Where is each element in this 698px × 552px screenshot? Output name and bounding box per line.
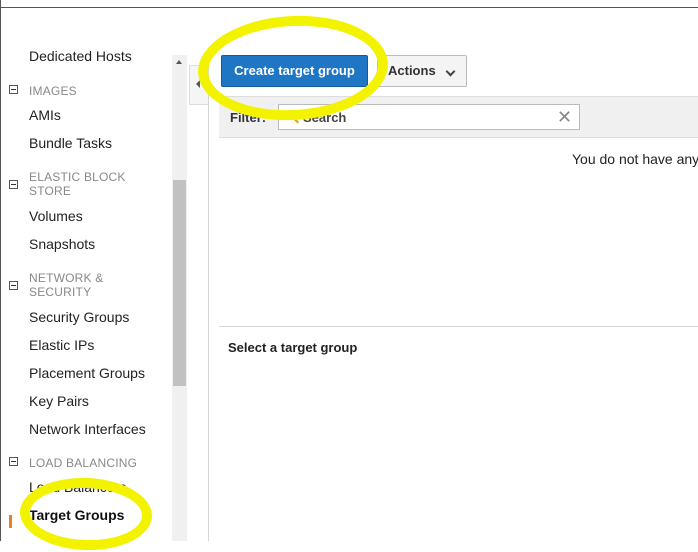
sidebar-item-amis[interactable]: AMIs [29, 107, 61, 123]
section-label: ELASTIC BLOCK STORE [29, 170, 126, 198]
detail-panel-title: Select a target group [228, 340, 358, 355]
filter-bar: Filter: ✕ [219, 96, 698, 138]
search-box[interactable]: ✕ [278, 104, 580, 130]
collapse-section-icon[interactable] [9, 457, 18, 466]
panel-divider[interactable] [219, 326, 698, 327]
sidebar-item-key-pairs[interactable]: Key Pairs [29, 393, 89, 409]
clear-search-icon[interactable]: ✕ [557, 107, 572, 127]
sidebar-item-load-balancers[interactable]: Load Balancers [29, 479, 126, 495]
actions-dropdown-button[interactable]: Actions [377, 55, 467, 87]
sidebar-item-snapshots[interactable]: Snapshots [29, 236, 95, 252]
sidebar-item-network-interfaces[interactable]: Network Interfaces [29, 421, 146, 437]
scroll-up-arrow-icon[interactable] [172, 55, 187, 70]
chevron-down-icon [445, 66, 456, 77]
section-label: LOAD BALANCING [29, 456, 138, 470]
scrollbar-thumb[interactable] [173, 180, 186, 386]
actions-label: Actions [388, 63, 436, 78]
sidebar-item-target-groups[interactable]: Target Groups [29, 507, 124, 523]
collapse-section-icon[interactable] [9, 85, 18, 94]
sidebar-collapse-handle [188, 55, 209, 541]
sidebar-nav: Dedicated Hosts IMAGES AMIs Bundle Tasks… [1, 8, 172, 541]
sidebar-item-security-groups[interactable]: Security Groups [29, 309, 129, 325]
create-target-group-button[interactable]: Create target group [221, 55, 368, 87]
section-label: IMAGES [29, 84, 77, 98]
sidebar-item-elastic-ips[interactable]: Elastic IPs [29, 337, 94, 353]
sidebar-item-placement-groups[interactable]: Placement Groups [29, 365, 145, 381]
main-content: Create target group Actions Filter: ✕ Yo… [209, 8, 698, 541]
filter-label: Filter: [230, 110, 267, 125]
sidebar-item-volumes[interactable]: Volumes [29, 208, 83, 224]
collapse-section-icon[interactable] [9, 180, 18, 189]
window-top-border [0, 0, 698, 8]
section-label: NETWORK & SECURITY [29, 271, 104, 299]
search-icon [286, 111, 295, 120]
sidebar-scrollbar[interactable] [172, 55, 187, 541]
sidebar-item-dedicated-hosts[interactable]: Dedicated Hosts [29, 48, 132, 64]
search-input[interactable] [303, 108, 543, 126]
collapse-section-icon[interactable] [9, 281, 18, 290]
sidebar-item-bundle-tasks[interactable]: Bundle Tasks [29, 135, 112, 151]
collapse-sidebar-arrow-icon[interactable] [189, 65, 208, 105]
empty-table-message: You do not have any [572, 151, 698, 167]
active-item-marker [9, 515, 12, 528]
